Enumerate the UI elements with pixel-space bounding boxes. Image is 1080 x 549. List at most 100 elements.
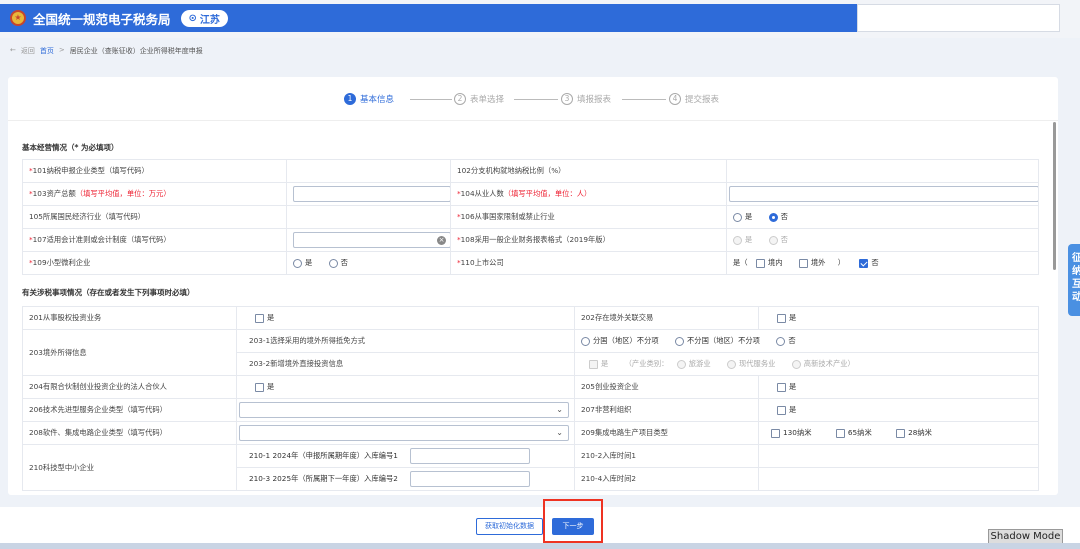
r108-no-option: 否	[768, 235, 788, 245]
row-210-2-label: 210-2入库时间1	[574, 444, 760, 468]
checkbox[interactable]	[777, 382, 787, 392]
table-row: 105所属国民经济行业（填写代码） *106从事国家限制或禁止行业 是 否	[22, 205, 1039, 229]
r110-domestic-option[interactable]: 境内	[755, 258, 783, 268]
r210-3-input[interactable]	[409, 471, 530, 487]
r210-1-input[interactable]	[409, 448, 530, 464]
table-row: *101纳税申报企业类型（填写代码） 102分支机构就地纳税比例（%）	[22, 159, 1039, 183]
r203-2-yes-option: 是	[589, 359, 608, 369]
form-card: 1 基本信息 2 表单选择 3 填报报表 4 提交报表 基本经营情况（* 为必填项） *…	[8, 77, 1058, 495]
radio[interactable]	[733, 212, 742, 222]
home-link[interactable]: 首页	[40, 46, 54, 56]
r203-no-option[interactable]: 否	[776, 336, 796, 346]
step-label: 提交报表	[685, 95, 720, 105]
breadcrumb-sep: >	[58, 46, 65, 54]
not-by-country-option[interactable]: 不分国（地区）不分项	[675, 336, 760, 346]
tourism-option: 旅游业	[676, 359, 711, 369]
step-number: 1	[344, 93, 356, 105]
r207-yes-option[interactable]: 是	[777, 405, 796, 415]
row-210-4-value	[758, 467, 1040, 491]
radio[interactable]	[293, 258, 302, 268]
checkbox[interactable]	[755, 258, 765, 268]
row-101-label: *101纳税申报企业类型（填写代码）	[22, 159, 287, 183]
back-arrow-icon[interactable]: ←	[10, 46, 16, 56]
table-row: 208软件、集成电路企业类型（填写代码） ⌄ 209集成电路生产项目类型 130…	[22, 421, 1040, 445]
tech-service-type-select[interactable]: ⌄	[239, 402, 569, 418]
r201-yes-option[interactable]: 是	[255, 313, 274, 323]
table-row: *109小型微利企业 是 否 *110上市公司 是（ 境内 境外 ） 否	[22, 251, 1039, 275]
step-submit-report[interactable]: 4 提交报表	[669, 93, 719, 105]
vertical-scrollbar[interactable]	[1053, 122, 1056, 270]
row-110-cell: 是（ 境内 境外 ） 否	[726, 251, 1039, 275]
row-210-3-cell: 210-3 2025年（所属期下一年度）入库编号2	[235, 467, 576, 491]
location-pin-icon: ⊙	[188, 12, 197, 24]
table-row: 206技术先进型服务企业类型（填写代码） ⌄ 207非营利组织 是	[22, 398, 1040, 422]
checkbox[interactable]	[255, 382, 264, 392]
r109-yes-option[interactable]: 是	[293, 258, 312, 268]
r110-overseas-option[interactable]: 境外	[798, 258, 825, 268]
row-208-cell: ⌄	[235, 421, 576, 445]
checkbox[interactable]	[798, 258, 808, 268]
row-105-label: 105所属国民经济行业（填写代码）	[22, 205, 287, 229]
step-indicator: 1 基本信息 2 表单选择 3 填报报表 4 提交报表	[8, 77, 1058, 121]
row-108-label: *108采用一般企业财务报表格式（2019年版）	[450, 228, 727, 252]
assets-total-input[interactable]	[293, 186, 450, 202]
row-101-value	[286, 159, 451, 183]
row-204-cell: 是	[235, 375, 576, 399]
row-206-label: 206技术先进型服务企业类型（填写代码）	[22, 398, 237, 422]
shadow-mode-badge[interactable]: Shadow Mode	[988, 529, 1063, 544]
checkbox[interactable]	[896, 428, 906, 438]
accounting-standard-select[interactable]: ×	[293, 232, 450, 248]
r204-yes-option[interactable]: 是	[255, 382, 274, 392]
row-103-cell	[286, 182, 451, 206]
checkbox[interactable]	[777, 405, 787, 415]
step-fill-report[interactable]: 3 填报报表	[561, 93, 611, 105]
checkbox[interactable]	[255, 313, 264, 323]
get-init-data-button[interactable]: 获取初始化数据	[476, 518, 543, 535]
step-number: 4	[669, 93, 681, 105]
checkbox[interactable]	[777, 313, 787, 323]
r205-yes-option[interactable]: 是	[777, 382, 796, 392]
app-title: 全国统一规范电子税务局	[33, 11, 171, 27]
back-link[interactable]: 返回	[21, 46, 35, 56]
modern-service-option: 现代服务业	[726, 359, 775, 369]
checkbox-checked[interactable]	[859, 258, 869, 268]
clear-icon[interactable]: ×	[437, 236, 446, 245]
step-connector	[514, 99, 558, 100]
table-row: *107适用会计准则或会计制度（填写代码） × *108采用一般企业财务报表格式…	[22, 228, 1039, 252]
28nm-option[interactable]: 28纳米	[896, 428, 932, 438]
header-bar: ★ 全国统一规范电子税务局 ⊙ 江苏	[0, 4, 857, 32]
r110-no-option[interactable]: 否	[859, 258, 879, 268]
step-form-select[interactable]: 2 表单选择	[454, 93, 504, 105]
step-basic-info[interactable]: 1 基本信息	[344, 93, 394, 105]
interaction-widget[interactable]: 征纳互动	[1068, 244, 1080, 316]
row-203-2-cell: 是 （产业类别： 旅游业 现代服务业 高新技术产业）	[574, 352, 1040, 376]
province-badge[interactable]: ⊙ 江苏	[180, 9, 228, 27]
table-row: 210科技型中小企业 210-1 2024年（申报所属期年度）入库编号1 210…	[22, 444, 1040, 491]
row-210-2-value	[758, 444, 1040, 468]
row-206-cell: ⌄	[235, 398, 576, 422]
table-row: 203境外所得信息 203-1选择采用的境外所得抵免方式 分国（地区）不分项 不…	[22, 329, 1040, 376]
65nm-option[interactable]: 65纳米	[835, 428, 872, 438]
r202-yes-option[interactable]: 是	[777, 313, 796, 323]
130nm-option[interactable]: 130纳米	[771, 428, 812, 438]
employee-count-input[interactable]	[729, 186, 1038, 202]
r106-yes-option[interactable]: 是	[733, 212, 752, 222]
row-203-1-cell: 分国（地区）不分项 不分国（地区）不分项 否	[574, 329, 1040, 353]
by-country-option[interactable]: 分国（地区）不分项	[581, 336, 659, 346]
software-ic-type-select[interactable]: ⌄	[239, 425, 569, 441]
row-207-cell: 是	[758, 398, 1040, 422]
highlight-box	[543, 499, 603, 543]
checkbox[interactable]	[835, 428, 845, 438]
row-209-cell: 130纳米 65纳米 28纳米	[758, 421, 1040, 445]
radio[interactable]	[328, 258, 338, 268]
row-208-label: 208软件、集成电路企业类型（填写代码）	[22, 421, 237, 445]
checkbox[interactable]	[771, 428, 781, 438]
r106-no-option[interactable]: 否	[768, 212, 788, 222]
row-106-cell: 是 否	[726, 205, 1039, 229]
header-user-area[interactable]	[857, 4, 1060, 32]
province-label: 江苏	[199, 14, 220, 26]
radio-checked[interactable]	[768, 212, 778, 222]
high-tech-option: 高新技术产业）	[791, 359, 855, 369]
r109-no-option[interactable]: 否	[328, 258, 348, 268]
row-108-cell: 是 否	[726, 228, 1039, 252]
